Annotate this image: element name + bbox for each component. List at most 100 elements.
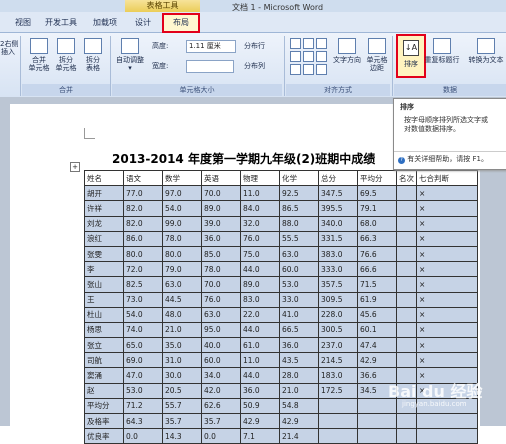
table-cell[interactable]: 39.0 — [201, 215, 241, 232]
table-cell[interactable]: 11.0 — [240, 352, 280, 369]
header-cell[interactable]: 七合判断 — [416, 169, 478, 187]
table-cell[interactable]: 张雯 — [84, 245, 124, 263]
table-cell[interactable]: 55.5 — [279, 230, 319, 247]
table-cell[interactable]: 237.0 — [318, 337, 358, 354]
table-cell[interactable]: 21.4 — [279, 428, 319, 444]
table-cell[interactable] — [396, 352, 417, 369]
table-cell[interactable]: 44.0 — [240, 321, 280, 339]
table-cell[interactable]: 平均分 — [84, 397, 124, 415]
table-cell[interactable]: 73.0 — [123, 291, 163, 308]
table-cell[interactable]: 357.5 — [318, 276, 358, 293]
table-cell[interactable]: 0.0 — [201, 428, 241, 444]
table-cell[interactable]: 0.0 — [123, 428, 163, 444]
table-cell[interactable]: 42.0 — [201, 382, 241, 399]
table-cell[interactable]: 228.0 — [318, 306, 358, 323]
header-cell[interactable]: 姓名 — [84, 169, 124, 187]
table-cell[interactable]: 65.0 — [123, 337, 163, 354]
table-cell[interactable]: 54.8 — [279, 397, 319, 415]
table-cell[interactable]: 69.0 — [123, 352, 163, 369]
table-cell[interactable]: × — [416, 261, 478, 278]
table-cell[interactable]: 36.0 — [201, 230, 241, 247]
table-cell[interactable]: 63.0 — [162, 276, 202, 293]
table-cell[interactable]: 33.0 — [279, 291, 319, 308]
table-cell[interactable]: 75.0 — [240, 245, 280, 263]
table-cell[interactable]: 35.0 — [162, 337, 202, 354]
width-input[interactable] — [186, 60, 234, 73]
table-cell[interactable]: 42.9 — [357, 352, 397, 369]
table-cell[interactable]: 183.0 — [318, 367, 358, 384]
height-input[interactable]: 1.11 厘米 — [186, 40, 236, 53]
text-direction-button[interactable]: 文字方向 — [332, 38, 362, 64]
sort-button[interactable]: ↓A 排序 — [396, 34, 426, 78]
table-cell[interactable]: 82.0 — [123, 215, 163, 232]
distribute-rows-button[interactable]: 分布行 — [244, 42, 265, 50]
table-cell[interactable] — [396, 291, 417, 308]
table-cell[interactable]: 79.0 — [162, 261, 202, 278]
split-table-button[interactable]: 拆分 表格 — [80, 38, 106, 72]
table-cell[interactable]: 34.0 — [201, 367, 241, 384]
table-cell[interactable]: 35.7 — [201, 412, 241, 430]
table-cell[interactable]: 383.0 — [318, 245, 358, 263]
table-cell[interactable]: 53.0 — [279, 276, 319, 293]
table-cell[interactable]: 48.0 — [162, 306, 202, 323]
table-cell[interactable]: 347.5 — [318, 185, 358, 202]
table-cell[interactable]: 60.0 — [201, 352, 241, 369]
table-cell[interactable]: 76.0 — [201, 291, 241, 308]
header-cell[interactable]: 总分 — [318, 169, 358, 187]
table-cell[interactable]: 14.3 — [162, 428, 202, 444]
table-move-handle-icon[interactable]: + — [70, 162, 80, 172]
table-cell[interactable]: 杜山 — [84, 306, 124, 323]
table-cell[interactable]: 78.0 — [162, 230, 202, 247]
table-cell[interactable]: 300.5 — [318, 321, 358, 339]
table-cell[interactable]: 97.0 — [162, 185, 202, 202]
distribute-columns-button[interactable]: 分布列 — [244, 62, 265, 70]
table-cell[interactable]: 35.7 — [162, 412, 202, 430]
table-cell[interactable]: × — [416, 337, 478, 354]
table-cell[interactable]: 47.4 — [357, 337, 397, 354]
table-cell[interactable]: 44.0 — [240, 261, 280, 278]
table-cell[interactable]: 61.9 — [357, 291, 397, 308]
table-cell[interactable]: 340.0 — [318, 215, 358, 232]
merge-cells-button[interactable]: 合并 单元格 — [28, 38, 50, 72]
table-cell[interactable]: 82.0 — [123, 200, 163, 217]
table-cell[interactable]: 172.5 — [318, 382, 358, 399]
tab-design[interactable]: 设计 — [128, 16, 158, 30]
table-cell[interactable] — [416, 428, 478, 444]
table-cell[interactable]: 77.0 — [123, 185, 163, 202]
table-cell[interactable]: 79.1 — [357, 200, 397, 217]
table-cell[interactable]: 窦涌 — [84, 367, 124, 384]
table-cell[interactable]: 赵 — [84, 382, 124, 399]
table-cell[interactable]: 86.0 — [123, 230, 163, 247]
table-cell[interactable]: 66.5 — [279, 321, 319, 339]
table-cell[interactable]: 42.9 — [240, 412, 280, 430]
table-cell[interactable]: × — [416, 321, 478, 339]
table-cell[interactable] — [357, 428, 397, 444]
table-cell[interactable] — [416, 412, 478, 430]
header-cell[interactable]: 化学 — [279, 169, 319, 187]
header-cell[interactable]: 平均分 — [357, 169, 397, 187]
table-cell[interactable]: × — [416, 230, 478, 247]
table-cell[interactable]: 63.0 — [201, 306, 241, 323]
table-cell[interactable]: 优良率 — [84, 428, 124, 444]
table-cell[interactable]: × — [416, 291, 478, 308]
table-cell[interactable]: 张山 — [84, 276, 124, 293]
table-cell[interactable] — [396, 185, 417, 202]
table-cell[interactable]: 85.0 — [201, 245, 241, 263]
table-cell[interactable]: 70.0 — [201, 276, 241, 293]
table-cell[interactable]: × — [416, 185, 478, 202]
table-cell[interactable]: 王 — [84, 291, 124, 308]
table-cell[interactable]: 47.0 — [123, 367, 163, 384]
table-cell[interactable]: 66.3 — [357, 230, 397, 247]
table-cell[interactable] — [357, 412, 397, 430]
table-cell[interactable]: 杨思 — [84, 321, 124, 339]
table-cell[interactable]: 张立 — [84, 337, 124, 354]
table-cell[interactable] — [396, 200, 417, 217]
table-cell[interactable]: 83.0 — [240, 291, 280, 308]
table-cell[interactable]: 89.0 — [201, 200, 241, 217]
table-cell[interactable]: 66.6 — [357, 261, 397, 278]
table-cell[interactable]: 及格率 — [84, 412, 124, 430]
split-cells-button[interactable]: 拆分 单元格 — [54, 38, 78, 72]
table-cell[interactable]: 20.5 — [162, 382, 202, 399]
table-cell[interactable]: 司航 — [84, 352, 124, 369]
table-cell[interactable]: 214.5 — [318, 352, 358, 369]
